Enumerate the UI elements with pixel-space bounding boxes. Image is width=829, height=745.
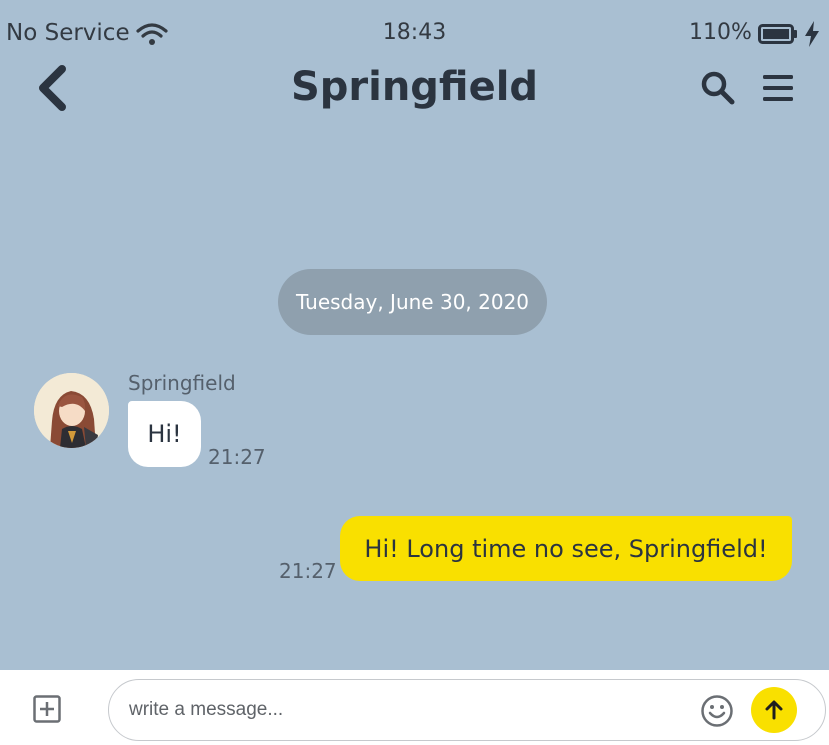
incoming-message-bubble[interactable]: Hi! [128, 401, 201, 467]
search-icon[interactable] [700, 70, 736, 106]
message-timestamp: 21:27 [279, 559, 337, 583]
message-input[interactable] [129, 694, 689, 726]
message-timestamp: 21:27 [208, 445, 266, 469]
send-button[interactable] [751, 687, 797, 733]
status-bar: No Service 18:43 110% [0, 0, 829, 68]
send-arrow-up-icon [765, 700, 783, 720]
add-square-icon[interactable] [33, 695, 61, 723]
charging-bolt-icon [805, 21, 819, 47]
emoji-icon[interactable] [700, 694, 734, 728]
avatar-image [34, 373, 109, 448]
outgoing-message-bubble[interactable]: Hi! Long time no see, Springfield! [340, 516, 792, 581]
message-field [108, 679, 826, 741]
sender-name: Springfield [128, 371, 236, 395]
battery-icon [758, 24, 797, 44]
composer-bar [0, 670, 829, 745]
hamburger-menu-icon[interactable] [762, 73, 794, 103]
avatar[interactable] [34, 373, 109, 448]
battery-percent: 110% [689, 20, 752, 45]
date-separator: Tuesday, June 30, 2020 [278, 269, 547, 335]
